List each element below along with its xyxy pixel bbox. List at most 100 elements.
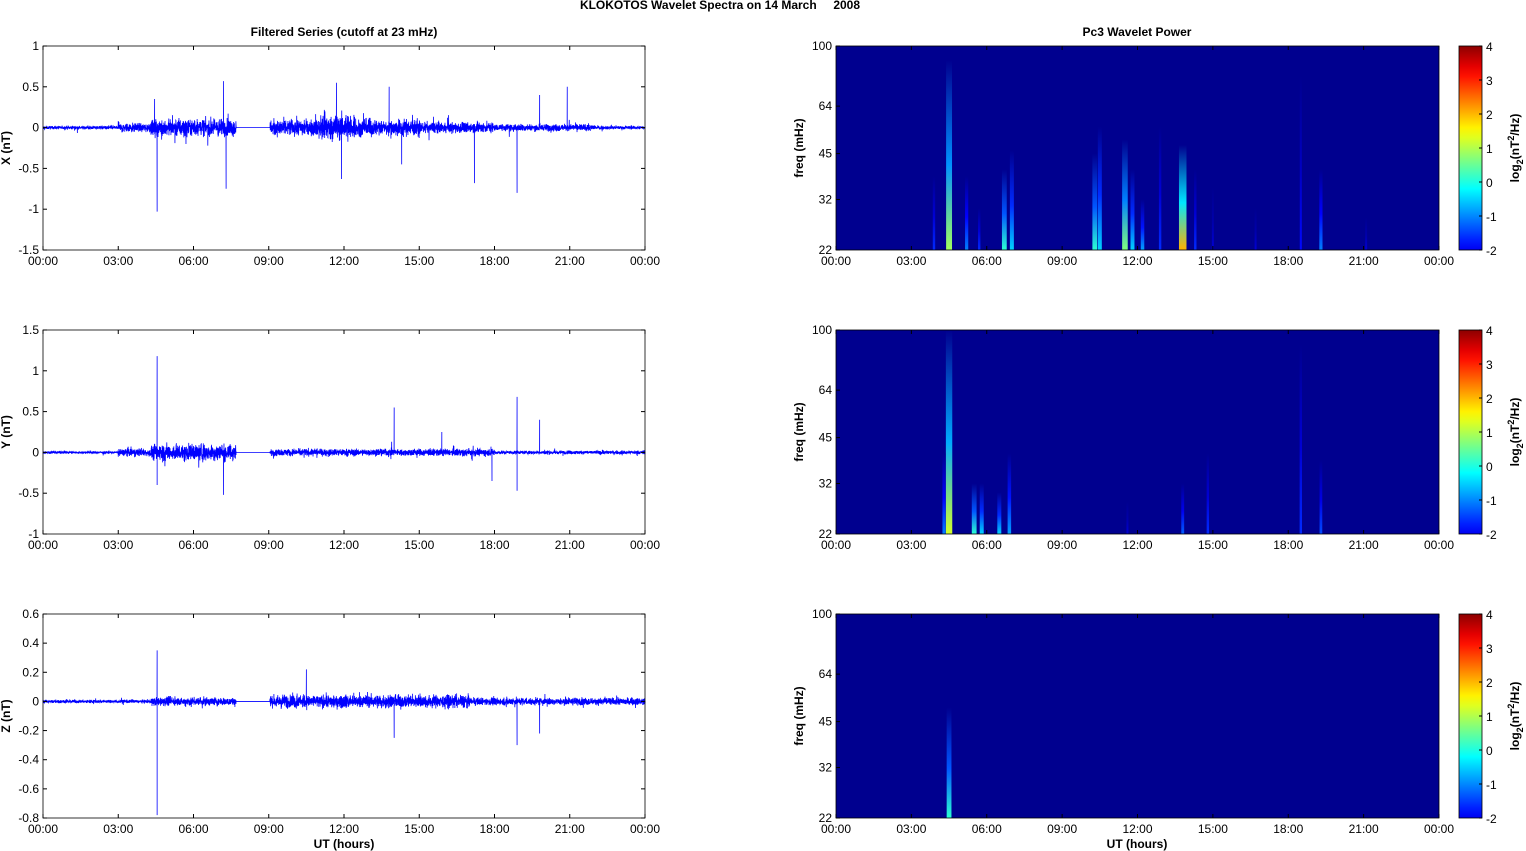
- freq-tick-label: 45: [819, 431, 833, 445]
- x-tick-label: 12:00: [329, 254, 359, 268]
- x-tick-label: 18:00: [1273, 538, 1303, 552]
- wavelet-power-event: [1158, 126, 1162, 250]
- x-tick-label: 00:00: [28, 538, 58, 552]
- y-tick-label: 1: [32, 364, 39, 378]
- colorbar: [1458, 329, 1483, 535]
- x-tick-label: 21:00: [1349, 822, 1379, 836]
- left-xlabel: UT (hours): [314, 837, 375, 851]
- wavelet-power-event: [1254, 208, 1257, 250]
- figure-title: KLOKOTOS Wavelet Spectra on 14 March 200…: [580, 0, 860, 12]
- figure: KLOKOTOS Wavelet Spectra on 14 March 200…: [0, 0, 1525, 851]
- wavelet-power-event: [1092, 153, 1098, 250]
- right-column-title: Pc3 Wavelet Power: [1083, 25, 1192, 39]
- y-tick-label: -0.5: [18, 161, 39, 175]
- colorbar-label: log2(nT2/Hz): [1506, 114, 1525, 183]
- freq-tick-label: 100: [812, 323, 832, 337]
- colorbar-tick-label: 1: [1486, 426, 1493, 440]
- x-tick-label: 18:00: [1273, 822, 1303, 836]
- freq-axis-label: freq (mHz): [792, 686, 806, 745]
- colorbar: [1458, 45, 1483, 251]
- x-tick-label: 21:00: [555, 254, 585, 268]
- colorbar-tick-label: 0: [1486, 176, 1493, 190]
- colorbar-label: log2(nT2/Hz): [1506, 682, 1525, 751]
- wavelet-power-event: [1097, 126, 1102, 250]
- wavelet-power-event: [1319, 169, 1323, 250]
- plot-area-X: [43, 46, 645, 250]
- colorbar-tick-label: -2: [1486, 244, 1497, 258]
- x-tick-label: 21:00: [1349, 538, 1379, 552]
- wavelet-power-event: [1126, 501, 1129, 534]
- x-tick-label: 00:00: [821, 538, 851, 552]
- wavelet-power-event: [1299, 344, 1303, 534]
- y-tick-label: 0.5: [22, 405, 39, 419]
- spectrogram-background: [836, 46, 1439, 250]
- x-tick-label: 03:00: [896, 822, 926, 836]
- x-tick-label: 06:00: [178, 254, 208, 268]
- wavelet-power-event: [971, 483, 977, 534]
- colorbar-tick-label: 4: [1486, 40, 1493, 54]
- x-tick-label: 21:00: [555, 822, 585, 836]
- colorbar-tick-label: -1: [1486, 210, 1497, 224]
- left-column-title: Filtered Series (cutoff at 23 mHz): [251, 25, 438, 39]
- wavelet-power-event: [1319, 460, 1323, 534]
- spectrogram-background: [836, 614, 1439, 818]
- wavelet-power-event: [1299, 76, 1302, 250]
- freq-tick-label: 64: [819, 99, 833, 113]
- freq-tick-label: 32: [819, 477, 833, 491]
- y-tick-label: 0.5: [22, 80, 39, 94]
- x-tick-label: 15:00: [1198, 822, 1228, 836]
- x-tick-label: 09:00: [1047, 254, 1077, 268]
- colorbar-label: log2(nT2/Hz): [1506, 398, 1525, 467]
- x-tick-label: 06:00: [972, 538, 1002, 552]
- colorbar-tick-label: -2: [1486, 528, 1497, 542]
- x-tick-label: 00:00: [821, 822, 851, 836]
- freq-axis-label: freq (mHz): [792, 402, 806, 461]
- y-tick-label: 0.2: [22, 665, 39, 679]
- colorbar-tick-label: 2: [1486, 108, 1493, 122]
- x-tick-label: 00:00: [1424, 254, 1454, 268]
- wavelet-power-event: [1211, 187, 1214, 250]
- wavelet-power-event: [932, 176, 936, 250]
- y-tick-label: 1: [32, 39, 39, 53]
- x-tick-label: 09:00: [254, 538, 284, 552]
- wavelet-power-event: [1178, 144, 1187, 250]
- colorbar-tick-label: -1: [1486, 778, 1497, 792]
- y-tick-label: 1.5: [22, 323, 39, 337]
- wavelet-power-event: [1140, 199, 1145, 250]
- wavelet-power-event: [1122, 139, 1128, 250]
- y-tick-label: 0: [32, 694, 39, 708]
- x-tick-label: 00:00: [28, 254, 58, 268]
- x-tick-label: 09:00: [1047, 538, 1077, 552]
- x-tick-label: 18:00: [479, 254, 509, 268]
- y-axis-label: Z (nT): [0, 699, 13, 732]
- wavelet-power-event: [1001, 169, 1007, 250]
- colorbar-tick-label: 0: [1486, 460, 1493, 474]
- plot-area-Z: [43, 614, 645, 818]
- x-tick-label: 00:00: [1424, 822, 1454, 836]
- y-tick-label: -0.6: [18, 782, 39, 796]
- y-tick-label: -0.4: [18, 753, 39, 767]
- wavelet-power-event: [1009, 150, 1014, 250]
- freq-axis-label: freq (mHz): [792, 118, 806, 177]
- x-tick-label: 21:00: [555, 538, 585, 552]
- y-tick-label: -1: [28, 202, 39, 216]
- freq-tick-label: 64: [819, 383, 833, 397]
- colorbar-tick-label: 2: [1486, 676, 1493, 690]
- x-tick-label: 09:00: [254, 254, 284, 268]
- wavelet-power-event: [946, 60, 953, 251]
- x-tick-label: 09:00: [1047, 822, 1077, 836]
- colorbar-tick-label: 1: [1486, 142, 1493, 156]
- colorbar-tick-label: 3: [1486, 642, 1493, 656]
- freq-tick-label: 64: [819, 667, 833, 681]
- freq-tick-label: 100: [812, 607, 832, 621]
- x-tick-label: 03:00: [896, 254, 926, 268]
- x-tick-label: 12:00: [329, 538, 359, 552]
- x-tick-label: 00:00: [1424, 538, 1454, 552]
- x-tick-label: 12:00: [1122, 822, 1152, 836]
- colorbar-tick-label: 3: [1486, 358, 1493, 372]
- wavelet-power-event: [1181, 483, 1185, 534]
- x-tick-label: 15:00: [1198, 254, 1228, 268]
- x-tick-label: 06:00: [178, 538, 208, 552]
- x-tick-label: 03:00: [896, 538, 926, 552]
- wavelet-power-event: [1007, 453, 1012, 534]
